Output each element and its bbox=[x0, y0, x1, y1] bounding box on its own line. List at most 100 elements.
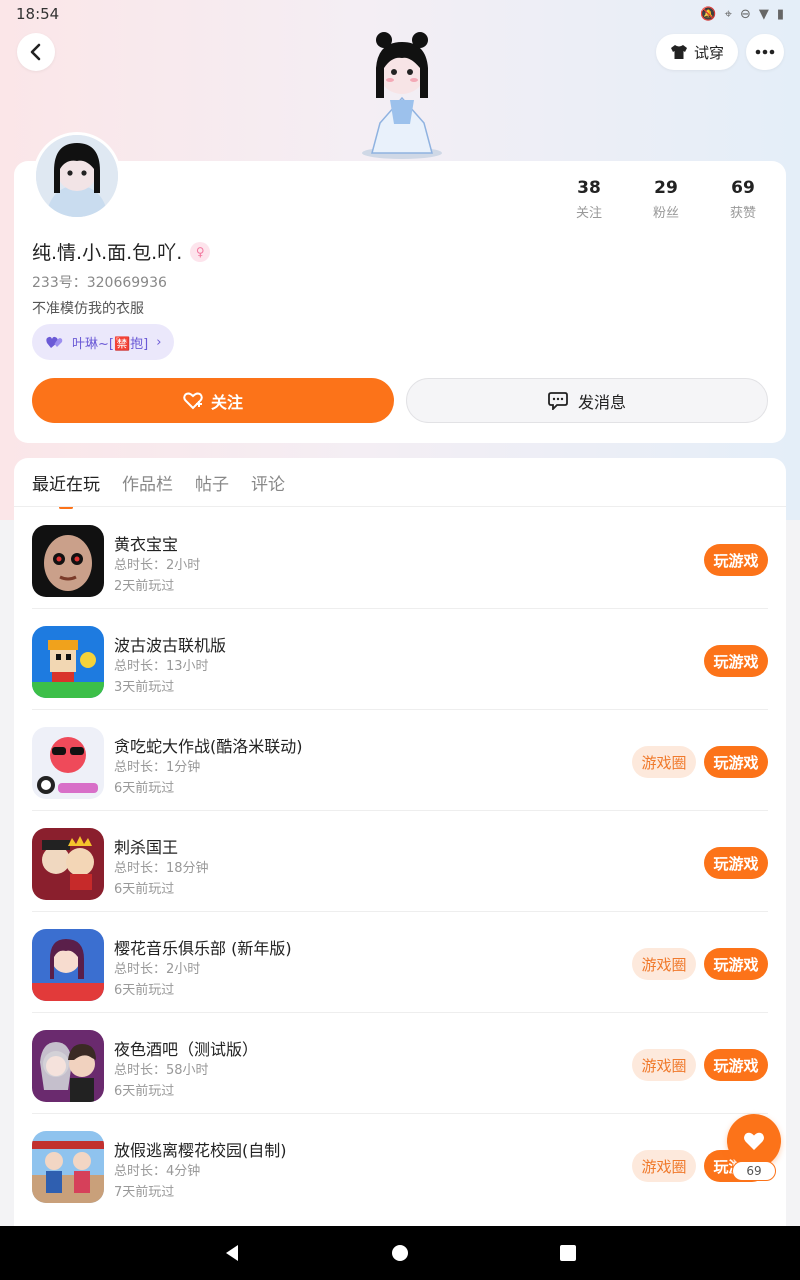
relation-chip[interactable]: 叶琳~[🈲抱] › bbox=[32, 324, 174, 360]
game-duration: 总时长：1分钟 bbox=[114, 760, 201, 775]
stat-following-label: 关注 bbox=[575, 206, 602, 221]
play-game-button[interactable]: 玩游戏 bbox=[704, 645, 768, 677]
game-last-played: 6天前玩过 bbox=[114, 983, 175, 998]
game-last-played: 6天前玩过 bbox=[114, 882, 175, 897]
game-row[interactable]: 放假逃离樱花校园(自制) 总时长：4分钟 7天前玩过 游戏圈 玩游戏 bbox=[32, 1114, 768, 1215]
game-circle-button[interactable]: 游戏圈 bbox=[632, 746, 696, 778]
relation-chip-label: 叶琳~[🈲抱] bbox=[72, 336, 149, 352]
nickname: 纯.情.小.面.包.吖. ♀ bbox=[32, 238, 211, 265]
status-icons: 🔕 ⌖ ⊖ ▼ ▮ bbox=[700, 7, 784, 22]
message-bubble-icon bbox=[548, 391, 568, 410]
game-circle-button[interactable]: 游戏圈 bbox=[632, 948, 696, 980]
game-circle-button[interactable]: 游戏圈 bbox=[632, 1150, 696, 1182]
status-time: 18:54 bbox=[16, 5, 60, 23]
nav-back-icon[interactable] bbox=[223, 1244, 241, 1262]
game-duration: 总时长：18分钟 bbox=[114, 861, 209, 876]
game-icon-sakura-music-club bbox=[32, 929, 104, 1001]
play-game-button[interactable]: 玩游戏 bbox=[704, 746, 768, 778]
avatar-image bbox=[36, 135, 118, 217]
game-duration: 总时长：58小时 bbox=[114, 1063, 209, 1078]
game-name: 贪吃蛇大作战(酷洛米联动) bbox=[114, 737, 303, 756]
stat-likes-label: 获赞 bbox=[729, 206, 756, 221]
play-game-button[interactable]: 玩游戏 bbox=[704, 948, 768, 980]
play-game-button[interactable]: 玩游戏 bbox=[704, 1049, 768, 1081]
tab-recent-games[interactable]: 最近在玩 bbox=[32, 470, 100, 509]
try-on-label: 试穿 bbox=[693, 43, 724, 62]
like-button[interactable] bbox=[727, 1114, 781, 1168]
nickname-text: 纯.情.小.面.包.吖. bbox=[32, 242, 183, 264]
follow-button-label: 关注 bbox=[210, 392, 243, 412]
game-name: 波古波古联机版 bbox=[114, 636, 227, 655]
follow-button[interactable]: 关注 bbox=[32, 378, 394, 423]
system-navigation-bar bbox=[0, 1226, 800, 1280]
battery-icon: ▮ bbox=[776, 6, 784, 22]
status-bar: 18:54 🔕 ⌖ ⊖ ▼ ▮ bbox=[0, 0, 800, 28]
stat-fans-value: 29 bbox=[654, 178, 678, 198]
tab-posts[interactable]: 帖子 bbox=[195, 470, 229, 509]
stat-fans[interactable]: 29 粉丝 bbox=[626, 178, 706, 221]
content-card: 最近在玩 作品栏 帖子 评论 黄衣宝宝 总时长：2小时 2天前玩过 玩游戏 波古… bbox=[14, 458, 786, 1228]
try-on-button[interactable]: 试穿 bbox=[656, 34, 738, 70]
game-last-played: 2天前玩过 bbox=[114, 579, 175, 594]
location-icon: ⌖ bbox=[724, 6, 732, 22]
stat-fans-label: 粉丝 bbox=[652, 206, 679, 221]
chevron-right-icon: › bbox=[156, 334, 162, 350]
stat-likes[interactable]: 69 获赞 bbox=[703, 178, 783, 221]
send-message-label: 发消息 bbox=[577, 392, 626, 412]
game-icon-bogu-bogu bbox=[32, 626, 104, 698]
back-button[interactable] bbox=[17, 33, 55, 71]
user-id: 233号：320669936 bbox=[32, 275, 167, 291]
game-name: 放假逃离樱花校园(自制) bbox=[114, 1141, 287, 1160]
tab-works[interactable]: 作品栏 bbox=[122, 470, 173, 509]
tab-comments[interactable]: 评论 bbox=[251, 470, 285, 509]
game-duration: 总时长：4分钟 bbox=[114, 1164, 201, 1179]
avatar[interactable] bbox=[33, 132, 121, 220]
game-duration: 总时长：2小时 bbox=[114, 962, 201, 977]
game-last-played: 6天前玩过 bbox=[114, 781, 175, 796]
game-icon-yellow-baby bbox=[32, 525, 104, 597]
game-last-played: 7天前玩过 bbox=[114, 1185, 175, 1200]
stat-likes-value: 69 bbox=[731, 178, 755, 198]
game-row[interactable]: 樱花音乐俱乐部 (新年版) 总时长：2小时 6天前玩过 游戏圈 玩游戏 bbox=[32, 912, 768, 1013]
bell-off-icon: 🔕 bbox=[700, 6, 717, 22]
game-row[interactable]: 黄衣宝宝 总时长：2小时 2天前玩过 玩游戏 bbox=[32, 508, 768, 609]
game-icon-sakura-school-escape bbox=[32, 1131, 104, 1203]
game-duration: 总时长：2小时 bbox=[114, 558, 201, 573]
game-last-played: 6天前玩过 bbox=[114, 1084, 175, 1099]
play-game-button[interactable]: 玩游戏 bbox=[704, 847, 768, 879]
dnd-icon: ⊖ bbox=[739, 6, 751, 22]
like-count-badge: 69 bbox=[732, 1161, 776, 1181]
game-row[interactable]: 贪吃蛇大作战(酷洛米联动) 总时长：1分钟 6天前玩过 游戏圈 玩游戏 bbox=[32, 710, 768, 811]
wifi-icon: ▼ bbox=[758, 6, 769, 22]
more-button[interactable] bbox=[746, 34, 784, 70]
tshirt-icon bbox=[670, 45, 687, 59]
chevron-left-icon bbox=[30, 43, 41, 61]
game-circle-button[interactable]: 游戏圈 bbox=[632, 1049, 696, 1081]
game-row[interactable]: 夜色酒吧（测试版） 总时长：58小时 6天前玩过 游戏圈 玩游戏 bbox=[32, 1013, 768, 1114]
game-duration: 总时长：13小时 bbox=[114, 659, 209, 674]
stat-following-value: 38 bbox=[577, 178, 601, 198]
game-name: 刺杀国王 bbox=[114, 838, 179, 857]
play-game-button[interactable]: 玩游戏 bbox=[704, 544, 768, 576]
game-row[interactable]: 刺杀国王 总时长：18分钟 6天前玩过 玩游戏 bbox=[32, 811, 768, 912]
more-dots-icon bbox=[755, 49, 775, 55]
game-icon-kill-the-king bbox=[32, 828, 104, 900]
game-icon-snake-battle bbox=[32, 727, 104, 799]
nav-home-icon[interactable] bbox=[391, 1244, 409, 1262]
stat-following[interactable]: 38 关注 bbox=[549, 178, 629, 221]
nav-recents-icon[interactable] bbox=[559, 1244, 577, 1262]
profile-tabs: 最近在玩 作品栏 帖子 评论 bbox=[32, 470, 285, 509]
game-row[interactable]: 波古波古联机版 总时长：13小时 3天前玩过 玩游戏 bbox=[32, 609, 768, 710]
game-name: 樱花音乐俱乐部 (新年版) bbox=[114, 939, 292, 958]
game-icon-night-bar bbox=[32, 1030, 104, 1102]
heart-icon bbox=[744, 1132, 764, 1150]
game-name: 黄衣宝宝 bbox=[114, 535, 179, 554]
double-heart-icon bbox=[46, 336, 63, 348]
female-gender-icon: ♀ bbox=[190, 241, 211, 262]
dressup-avatar-figure[interactable] bbox=[350, 28, 454, 160]
tabs-divider bbox=[14, 506, 786, 507]
heart-plus-icon bbox=[183, 392, 203, 409]
send-message-button[interactable]: 发消息 bbox=[406, 378, 768, 423]
user-bio: 不准模仿我的衣服 bbox=[32, 301, 144, 317]
game-last-played: 3天前玩过 bbox=[114, 680, 175, 695]
